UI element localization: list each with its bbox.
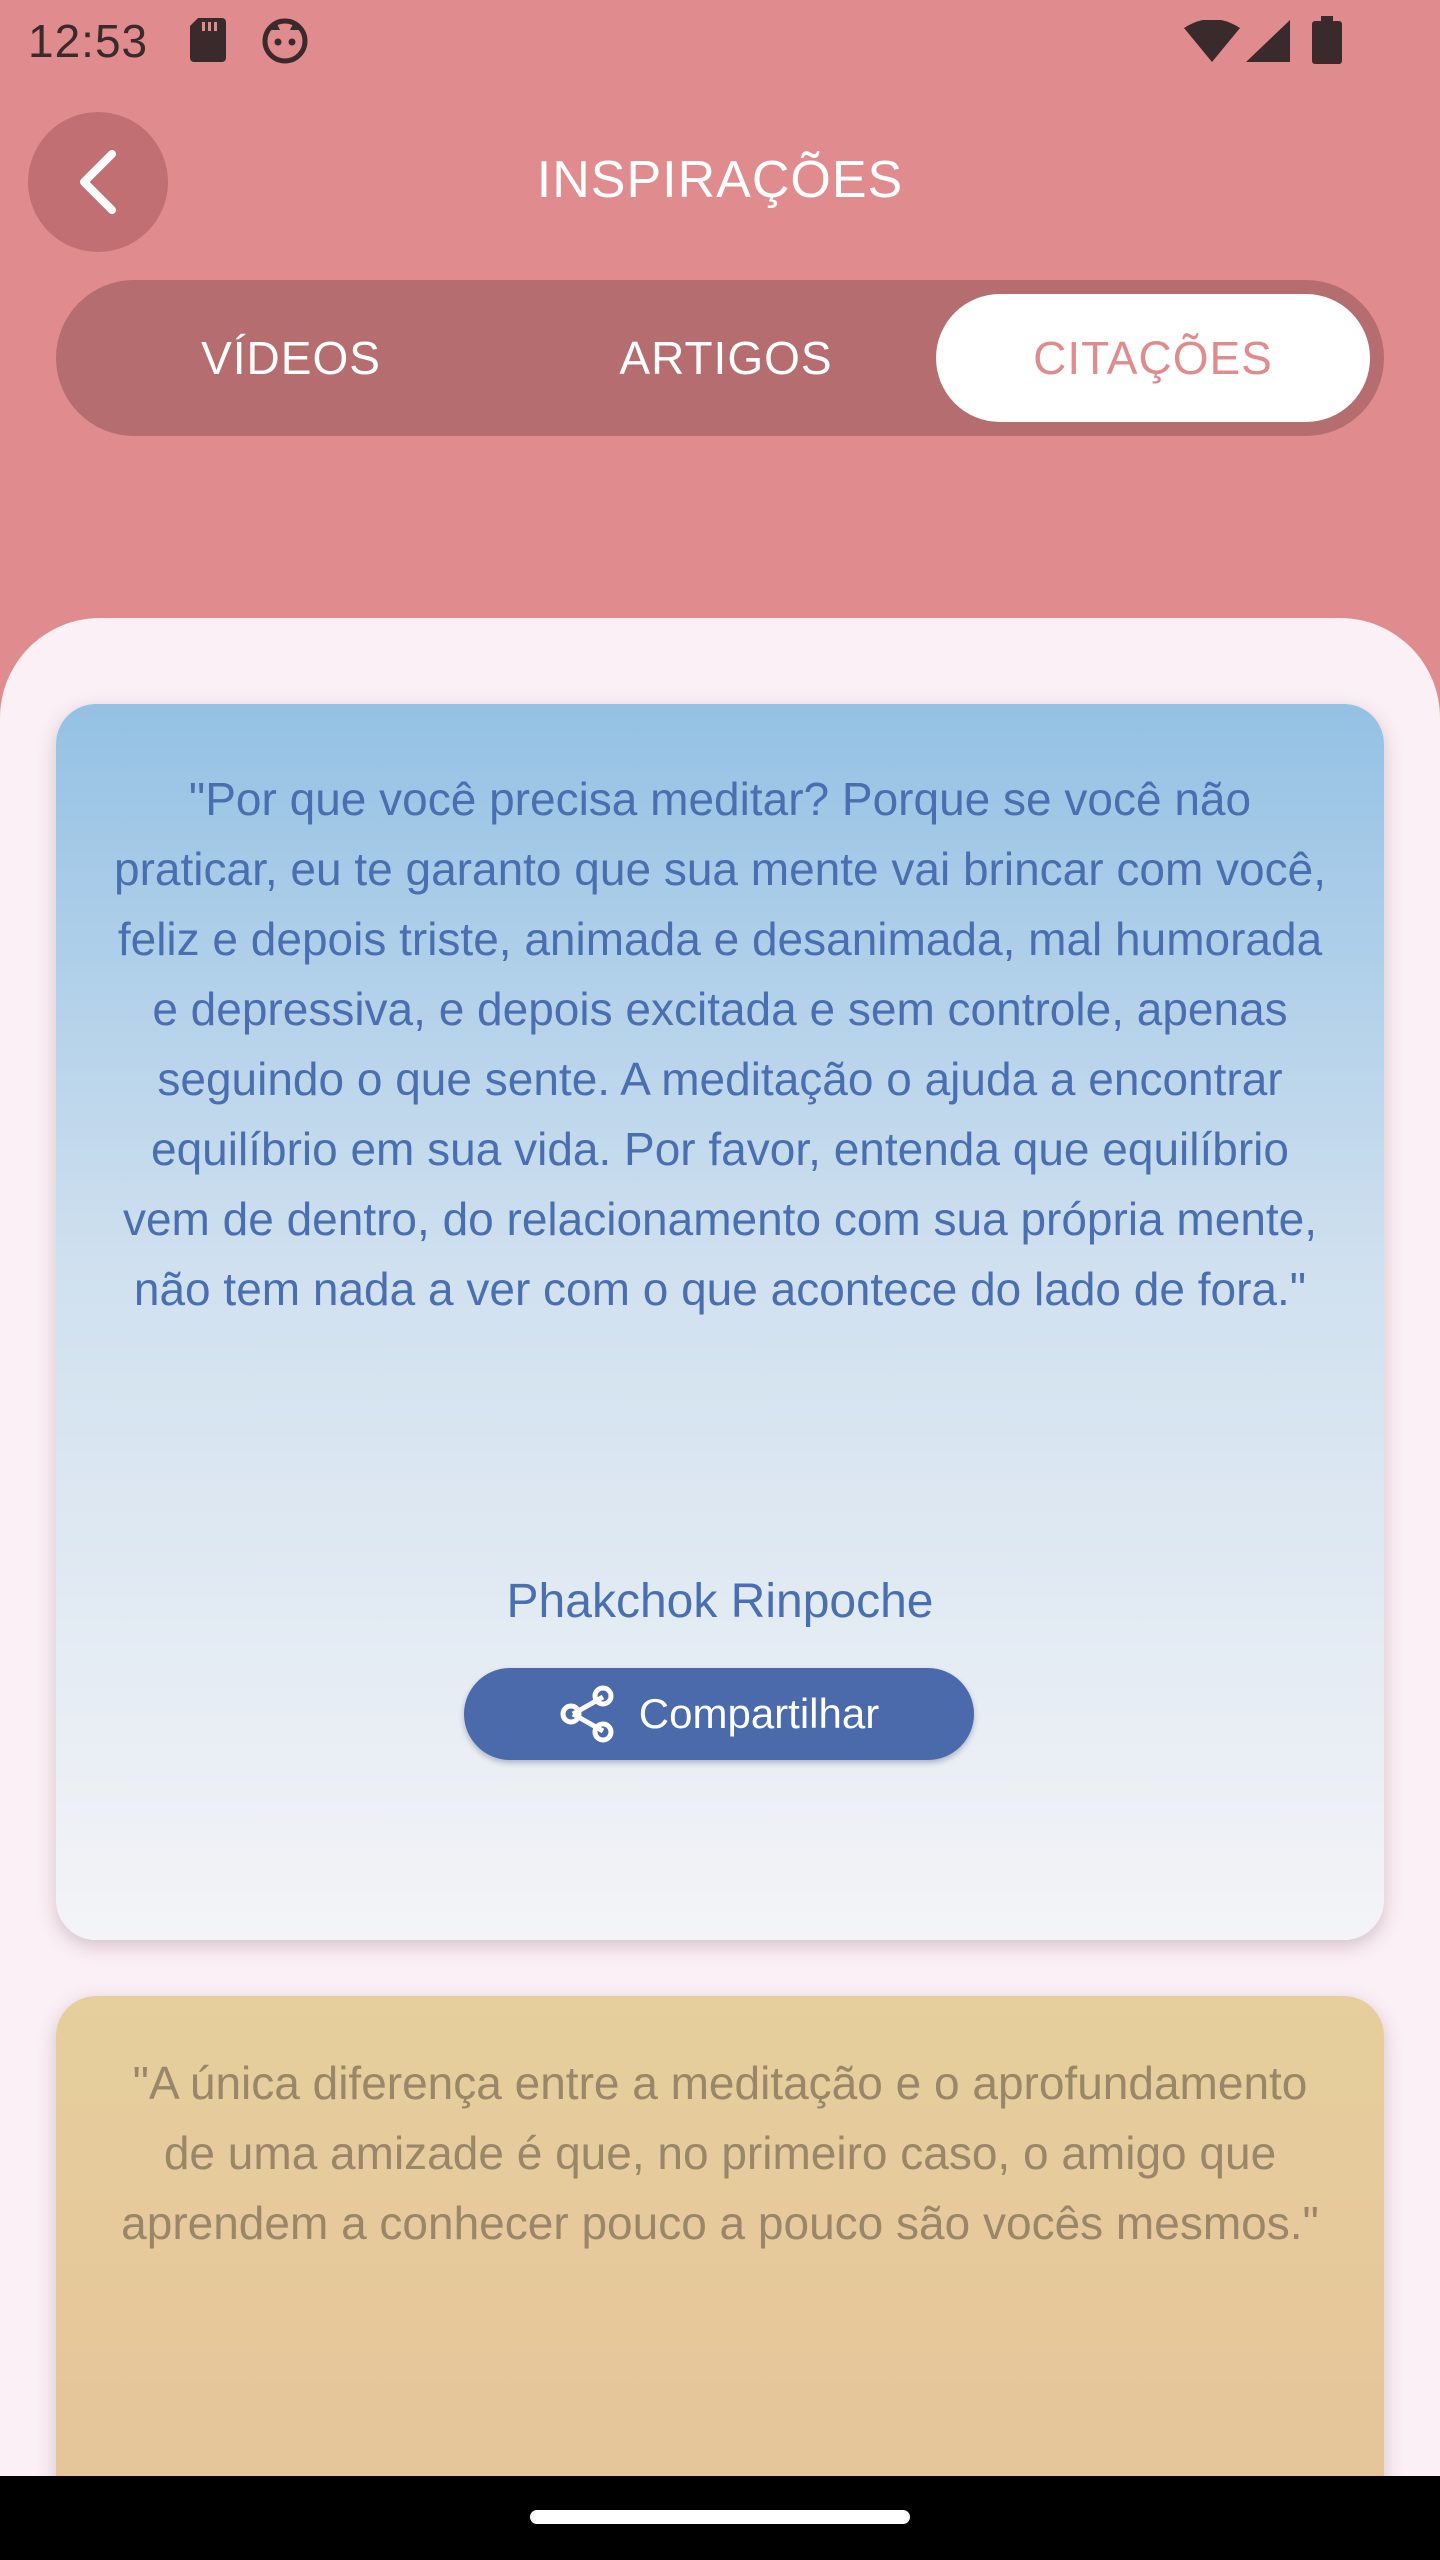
share-icon (559, 1685, 617, 1743)
tab-videos[interactable]: VÍDEOS (76, 294, 506, 422)
status-time: 12:53 (28, 15, 149, 67)
status-bar: 12:53 (0, 0, 1440, 84)
share-button[interactable]: Compartilhar (464, 1668, 974, 1760)
battery-icon (1312, 16, 1342, 69)
tab-quotes[interactable]: CITAÇÕES (936, 294, 1370, 422)
tab-articles[interactable]: ARTIGOS (511, 294, 941, 422)
share-button-label: Compartilhar (638, 1690, 880, 1737)
notification-face-icon (262, 18, 308, 69)
quote-text: "A única diferença entre a meditação e o… (121, 2057, 1319, 2249)
wifi-icon (1184, 19, 1240, 67)
sd-card-icon (190, 18, 226, 67)
quote-card: "Por que você precisa meditar? Porque se… (56, 704, 1384, 1940)
navigation-bar (0, 2476, 1440, 2560)
page-title: INSPIRAÇÕES (536, 151, 904, 209)
quote-author: Phakchok Rinpoche (506, 1575, 934, 1628)
tab-bar: VÍDEOS ARTIGOS CITAÇÕES (56, 280, 1384, 436)
home-gesture-handle[interactable] (530, 2510, 910, 2524)
quote-text: "Por que você precisa meditar? Porque se… (114, 773, 1326, 1315)
cell-signal-icon (1246, 20, 1290, 67)
